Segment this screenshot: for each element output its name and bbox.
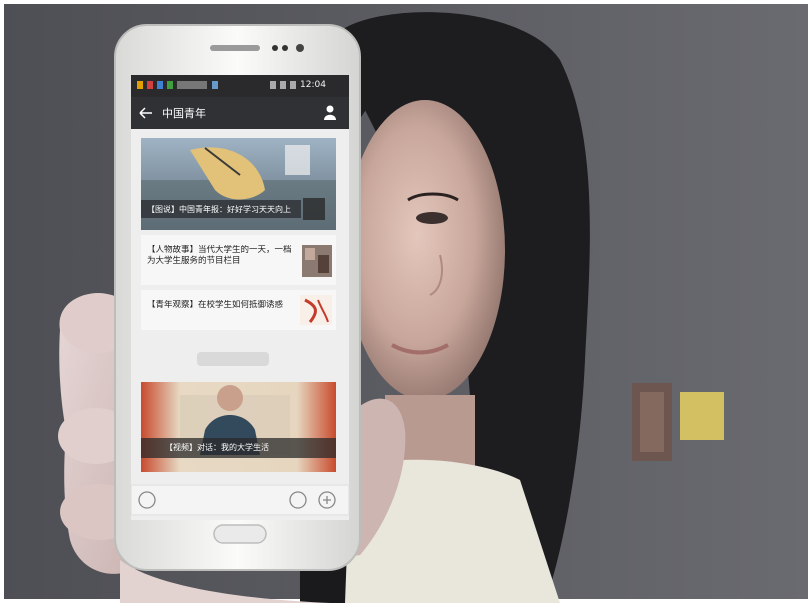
face <box>345 100 505 400</box>
feed-item-2-text[interactable]: 【青年观察】在校学生如何抵御诱惑 <box>147 300 292 324</box>
app-title: 中国青年 <box>162 107 206 120</box>
photo <box>0 0 812 603</box>
battery-icon <box>290 81 296 89</box>
video-caption[interactable]: 【视频】对话：我的大学生活 <box>165 443 325 453</box>
home-button <box>213 524 267 544</box>
banner-caption[interactable]: 【图说】中国青年报：好好学习天天向上 <box>147 205 302 215</box>
feed-item-1-text[interactable]: 【人物故事】当代大学生的一天，一档为大学生服务的节目栏目 <box>147 245 295 281</box>
timestamp-pill <box>197 352 269 366</box>
signal-icon <box>270 81 276 89</box>
wifi-icon <box>280 81 286 89</box>
bottom-bar <box>130 484 350 516</box>
status-time: 12:04 <box>300 80 326 90</box>
wall-note <box>680 392 724 440</box>
photo-canvas <box>0 0 812 603</box>
